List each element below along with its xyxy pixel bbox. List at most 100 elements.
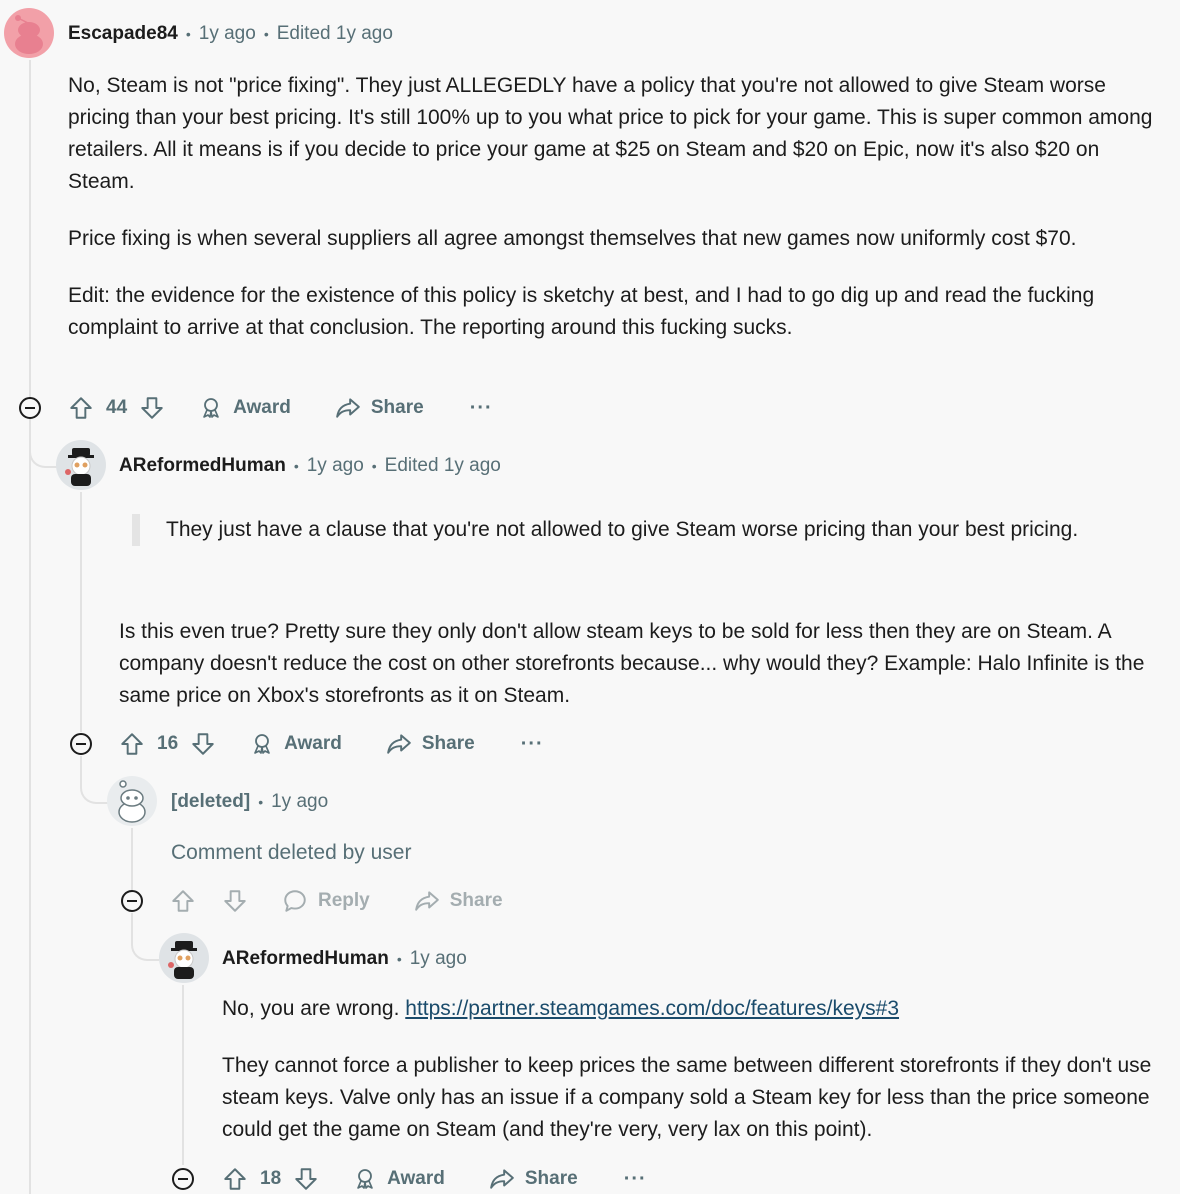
comment-body: Comment deleted by user [171,837,1071,869]
thread-connector [80,756,108,804]
share-button[interactable]: Share [489,1166,578,1192]
reply-button[interactable]: Reply [282,888,370,914]
timestamp[interactable]: 1y ago [307,455,364,477]
comment-actions: Reply Share [170,885,503,917]
share-icon [387,734,411,754]
share-button[interactable]: Share [386,731,475,757]
comment-actions: 16 Award Share ··· [119,728,544,760]
share-label: Share [421,733,475,754]
author-name[interactable]: AReformedHuman [119,455,286,477]
comment-paragraph: Is this even true? Pretty sure they only… [119,620,1145,707]
downvote-button[interactable] [190,731,216,757]
downvote-button[interactable] [222,888,248,914]
share-button[interactable]: Share [414,888,503,914]
quote-text: They just have a clause that you're not … [166,518,1079,541]
downvote-button[interactable] [293,1166,319,1192]
more-options-button[interactable]: ··· [521,733,544,756]
avatar[interactable] [107,776,157,826]
share-label: Share [524,1168,578,1189]
comment-body: No, you are wrong. https://partner.steam… [222,993,1172,1146]
share-icon [336,398,360,418]
lead-text: No, you are wrong. [222,997,406,1020]
upvote-icon [121,733,143,755]
comment-meta: AReformedHuman • 1y ago [222,945,467,973]
meta-separator: • [371,458,377,474]
meta-separator: • [263,26,269,42]
timestamp[interactable]: 1y ago [199,23,256,45]
upvote-button[interactable] [222,1166,248,1192]
award-icon [254,734,270,754]
award-icon [203,398,219,418]
avatar[interactable] [4,8,54,58]
thread-line-level-1 [80,492,82,732]
comment-meta: Escapade84 • 1y ago • Edited 1y ago [68,20,393,48]
comment-paragraph: They cannot force a publisher to keep pr… [222,1054,1152,1141]
vote-score: 16 [157,733,179,754]
deleted-message: Comment deleted by user [171,841,412,864]
comment-paragraph: No, you are wrong. https://partner.steam… [222,993,1172,1025]
more-options-button[interactable]: ··· [470,397,493,420]
share-label: Share [449,890,503,911]
comment-icon [284,890,306,912]
upvote-icon [70,397,92,419]
downvote-button[interactable] [139,395,165,421]
downvote-icon [192,733,214,755]
downvote-icon [295,1168,317,1190]
author-name[interactable]: AReformedHuman [222,948,389,970]
collapse-thread-button[interactable] [70,733,92,755]
comment-actions: 18 Award Share ··· [222,1163,647,1194]
award-label: Award [387,1168,445,1189]
award-button[interactable]: Award [353,1167,445,1191]
comment-body: No, Steam is not "price fixing". They ju… [68,70,1168,344]
share-label: Share [370,397,424,418]
upvote-icon [172,890,194,912]
edited-label: Edited 1y ago [384,455,501,476]
award-button[interactable]: Award [199,396,291,420]
thread-line-level-2 [131,828,133,890]
reply-label: Reply [318,890,370,911]
upvote-button[interactable] [119,731,145,757]
thread-connector [29,420,57,468]
thread-line-level-0 [29,60,31,1194]
thread-connector [131,913,159,961]
author-name[interactable]: Escapade84 [68,23,178,45]
thread-line-level-3 [182,985,184,1165]
edited-label: Edited 1y ago [276,23,393,44]
meta-separator: • [293,458,299,474]
steam-docs-link[interactable]: https://partner.steamgames.com/doc/featu… [405,997,899,1020]
collapse-thread-button[interactable] [172,1168,194,1190]
downvote-icon [224,890,246,912]
comment-paragraph: Edit: the evidence for the existence of … [68,284,1095,339]
blockquote: They just have a clause that you're not … [132,514,1132,546]
vote-score: 44 [106,397,128,418]
share-icon [490,1169,514,1189]
award-button[interactable]: Award [250,732,342,756]
timestamp[interactable]: 1y ago [410,948,467,970]
collapse-thread-button[interactable] [121,890,143,912]
meta-separator: • [396,951,402,967]
award-label: Award [233,397,291,418]
downvote-icon [141,397,163,419]
vote-score: 18 [260,1168,282,1189]
share-icon [414,891,439,911]
upvote-icon [224,1168,246,1190]
award-label: Award [284,733,342,754]
more-options-button[interactable]: ··· [624,1168,647,1191]
comment-meta: [deleted] • 1y ago [171,788,328,816]
avatar[interactable] [159,933,209,983]
meta-separator: • [258,794,264,810]
award-icon [357,1169,373,1189]
timestamp[interactable]: 1y ago [271,791,328,813]
meta-separator: • [185,26,191,42]
comment-actions: 44 Award Share ··· [68,392,493,424]
upvote-button[interactable] [170,888,196,914]
comment-paragraph: Price fixing is when several suppliers a… [68,227,1077,250]
share-button[interactable]: Share [335,395,424,421]
upvote-button[interactable] [68,395,94,421]
comment-meta: AReformedHuman • 1y ago • Edited 1y ago [119,452,501,480]
author-name: [deleted] [171,791,251,812]
comment-body: Is this even true? Pretty sure they only… [119,616,1149,712]
comment-paragraph: No, Steam is not "price fixing". They ju… [68,74,1153,193]
avatar[interactable] [56,440,106,490]
collapse-thread-button[interactable] [19,397,41,419]
